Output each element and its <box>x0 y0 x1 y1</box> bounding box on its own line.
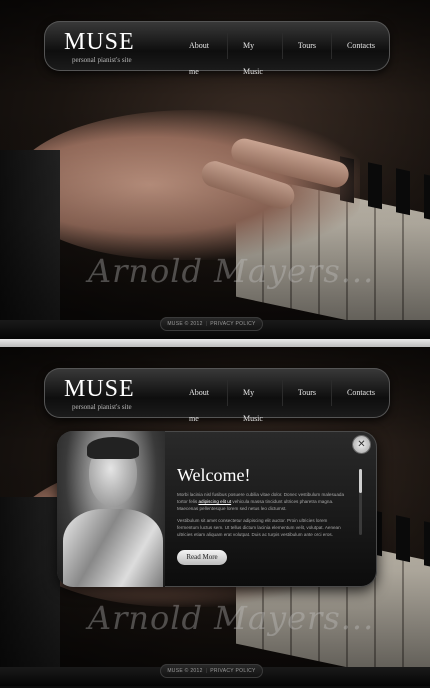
panel-separator <box>0 339 430 347</box>
scrollbar-thumb[interactable] <box>359 469 362 493</box>
nav-item-about-me[interactable]: About me <box>174 33 227 76</box>
privacy-policy-link[interactable]: PRIVACY POLICY <box>210 668 255 674</box>
footer-pill: MUSE © 2012 | PRIVACY POLICY <box>160 664 263 678</box>
privacy-policy-link[interactable]: PRIVACY POLICY <box>210 321 255 327</box>
signature-text: Arnold Mayers... <box>88 599 375 637</box>
nav-item-contacts[interactable]: Contacts <box>331 33 390 59</box>
footer-pill: MUSE © 2012 | PRIVACY POLICY <box>160 317 263 331</box>
welcome-popup-preview: Arnold Mayers... MUSE personal pianist's… <box>0 347 430 688</box>
nav-item-contacts[interactable]: Contacts <box>331 380 390 406</box>
main-nav: About me My Music Tours Contacts <box>174 368 390 423</box>
nav-item-my-music[interactable]: My Music <box>226 33 282 76</box>
welcome-modal: Welcome! Morbi lacinia nisl fusibus posu… <box>57 431 377 587</box>
read-more-button[interactable]: Read More <box>177 550 227 565</box>
welcome-paragraph-2: Vestibulum sit amet consectetur adipisci… <box>177 518 341 537</box>
site-logo[interactable]: MUSE <box>64 376 135 403</box>
copyright-text: MUSE © 2012 <box>167 321 203 327</box>
site-logo[interactable]: MUSE <box>64 29 135 56</box>
portrait-hair <box>87 437 139 459</box>
header-bar: MUSE personal pianist's site About me My… <box>44 368 390 423</box>
nav-item-tours[interactable]: Tours <box>281 380 331 406</box>
portrait-shirt <box>63 509 163 587</box>
welcome-title: Welcome! <box>177 465 251 485</box>
nav-item-about-me[interactable]: About me <box>174 380 227 423</box>
copyright-text: MUSE © 2012 <box>167 668 203 674</box>
header-bar: MUSE personal pianist's site About me My… <box>44 21 390 76</box>
close-icon[interactable]: ✕ <box>353 436 370 453</box>
welcome-text: Morbi lacinia nisl fusibus posuere cubil… <box>177 491 345 538</box>
nav-item-my-music[interactable]: My Music <box>226 380 282 423</box>
site-tagline: personal pianist's site <box>72 403 132 411</box>
pianist-portrait <box>57 431 165 587</box>
nav-item-tours[interactable]: Tours <box>281 33 331 59</box>
signature-text: Arnold Mayers... <box>88 252 375 290</box>
welcome-paragraph-1: Morbi lacinia nisl fusibus posuere cubil… <box>177 491 345 512</box>
modal-scrollbar[interactable] <box>359 469 362 535</box>
site-tagline: personal pianist's site <box>72 56 132 64</box>
highlighted-link[interactable]: adipiscing elit ut <box>198 499 231 504</box>
homepage-preview: Arnold Mayers... MUSE personal pianist's… <box>0 0 430 339</box>
main-nav: About me My Music Tours Contacts <box>174 21 390 76</box>
